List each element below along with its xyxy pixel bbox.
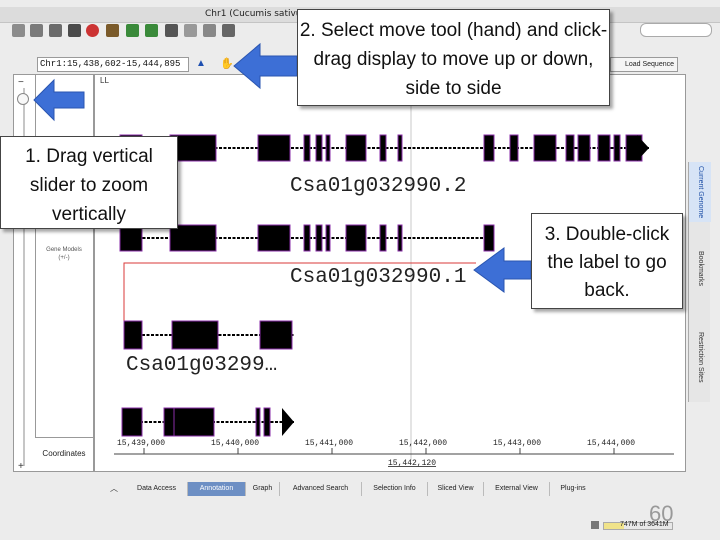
callout-drag-slider: 1. Drag vertical slider to zoom vertical… (0, 136, 178, 229)
slide-number: 60 (649, 501, 674, 526)
arrow-2-icon (233, 42, 298, 90)
arrow-3-icon (473, 247, 532, 293)
callout-move-tool: 2. Select move tool (hand) and click-dra… (297, 9, 610, 106)
callout-double-click: 3. Double-click the label to go back. (531, 213, 683, 309)
arrow-1-icon (33, 78, 85, 122)
